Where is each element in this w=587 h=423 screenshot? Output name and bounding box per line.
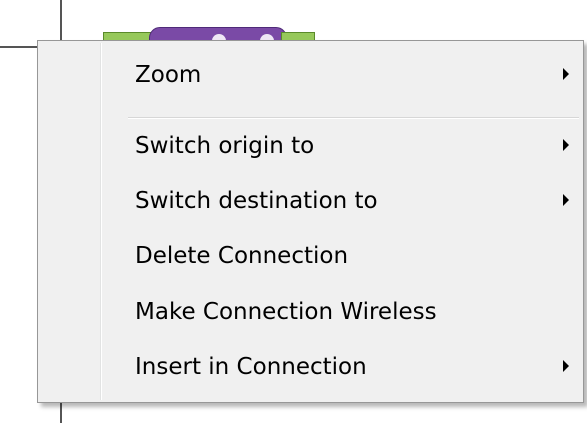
menu-item-zoom[interactable]: Zoom — [38, 55, 583, 95]
menu-item-label: Switch origin to — [135, 133, 315, 159]
menu-item-label: Delete Connection — [135, 243, 349, 269]
menu-separator — [128, 117, 579, 119]
menu-item-switch-origin[interactable]: Switch origin to — [38, 126, 583, 166]
chevron-right-icon — [563, 194, 569, 206]
menu-item-make-wireless[interactable]: Make Connection Wireless — [38, 292, 583, 332]
menu-item-switch-destination[interactable]: Switch destination to — [38, 181, 583, 221]
chevron-right-icon — [563, 139, 569, 151]
menu-item-label: Switch destination to — [135, 188, 378, 214]
menu-item-label: Zoom — [135, 62, 202, 88]
menu-item-label: Make Connection Wireless — [135, 299, 437, 325]
menu-item-insert-in-connection[interactable]: Insert in Connection — [38, 347, 583, 387]
context-menu: Zoom Switch origin to Switch destination… — [37, 40, 584, 403]
menu-item-delete-connection[interactable]: Delete Connection — [38, 236, 583, 276]
chevron-right-icon — [563, 68, 569, 80]
chevron-right-icon — [563, 360, 569, 372]
menu-item-label: Insert in Connection — [135, 354, 367, 380]
